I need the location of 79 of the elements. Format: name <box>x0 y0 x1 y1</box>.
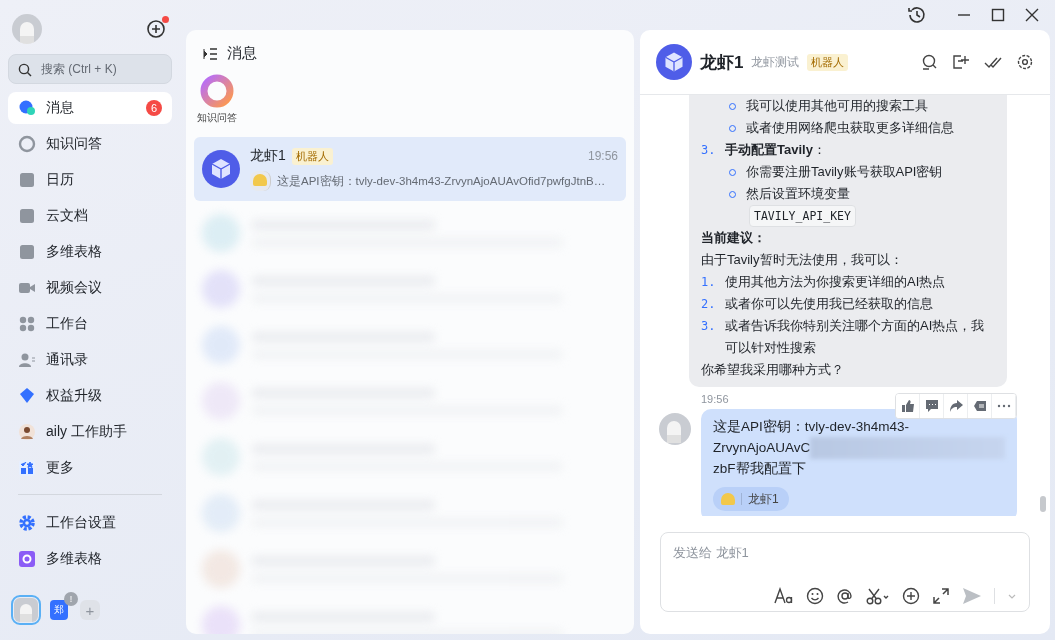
ring-icon <box>18 135 36 153</box>
add-icon[interactable] <box>902 587 920 605</box>
emoji-icon[interactable] <box>806 587 824 605</box>
close-icon[interactable] <box>1025 8 1039 22</box>
sidebar-item[interactable]: 消息 6 <box>8 92 172 124</box>
user-avatar <box>659 413 691 445</box>
list-item-text: 手动配置Tavily： <box>725 141 826 159</box>
list-number: 1. <box>701 274 717 291</box>
settings-icon[interactable] <box>1016 53 1034 71</box>
inline-code: TAVILY_API_KEY <box>749 205 856 227</box>
chat-list-item[interactable]: 龙虾1 机器人 19:56 这是API密钥：tvly-dev-3h4m43-ZrvynAjoAUAvOfid7pwfgJtnB… <box>194 137 626 201</box>
thumbs-up-icon <box>900 399 915 413</box>
list-item-text: 或者告诉我你特别关注哪个方面的AI热点，我可以针对性搜索 <box>725 317 986 357</box>
reaction-chip[interactable]: 龙虾1 <box>713 487 789 511</box>
add-tab-icon[interactable] <box>952 53 970 71</box>
list-number: 3. <box>701 318 717 335</box>
search-icon[interactable] <box>920 53 938 71</box>
like-button[interactable] <box>896 394 920 418</box>
create-button[interactable] <box>146 19 166 39</box>
mention-icon[interactable] <box>836 587 854 605</box>
search-field[interactable]: 搜索 (Ctrl + K) <box>8 54 172 84</box>
message-text: 你希望我采用哪种方式？ <box>701 361 844 379</box>
comment-icon <box>924 399 939 413</box>
scissors-icon[interactable] <box>866 587 890 605</box>
diamond-icon <box>18 387 36 405</box>
chat-bubble-icon <box>18 99 36 117</box>
panel-title: 消息 <box>227 44 257 63</box>
sidebar-item[interactable]: 更多 <box>8 452 172 484</box>
sidebar-item[interactable]: 工作台 <box>8 308 172 340</box>
chat-title: 龙虾1 <box>700 51 744 74</box>
sidebar-item[interactable]: 视频会议 <box>8 272 172 304</box>
gear-icon <box>18 514 36 532</box>
message-preview: 这是API密钥：tvly-dev-3h4m43-ZrvynAjoAUAvOfid7pwfgJtnB… <box>277 173 606 189</box>
list-item-text: 或者使用网络爬虫获取更多详细信息 <box>746 119 954 137</box>
history-icon[interactable] <box>907 5 927 25</box>
sidebar-item[interactable]: 多维表格 <box>8 543 172 575</box>
sidebar-item[interactable]: 多维表格 <box>8 236 172 268</box>
search-icon <box>18 63 32 77</box>
cube-avatar-icon <box>202 150 240 188</box>
message-text: 这是API密钥：tvly-dev-3h4m43- <box>713 418 910 436</box>
collapse-icon[interactable] <box>203 47 217 60</box>
list-number: 2. <box>701 296 717 313</box>
sidebar-item[interactable]: 通讯录 <box>8 344 172 376</box>
message-text: 由于Tavily暂时无法使用，我可以： <box>701 251 903 269</box>
emoji-icon <box>250 171 271 191</box>
org-account[interactable]: 郑 <box>50 600 68 620</box>
section-heading: 当前建议： <box>701 229 766 247</box>
message-text: zbF帮我配置下 <box>713 460 806 478</box>
person-icon <box>18 423 36 441</box>
maximize-icon[interactable] <box>991 8 1005 22</box>
sidebar-item[interactable]: 云文档 <box>8 200 172 232</box>
list-item-text: 或者你可以先使用我已经获取的信息 <box>725 295 933 313</box>
list-item-text: 使用其他方法为你搜索更详细的AI热点 <box>725 273 946 291</box>
sidebar-item[interactable]: 权益升级 <box>8 380 172 412</box>
unread-badge: 6 <box>146 100 162 116</box>
message-text: ZrvynAjoAUAvC <box>713 439 811 457</box>
bot-tag: 机器人 <box>807 53 849 71</box>
chat-subtitle: 龙虾测试 <box>751 53 800 71</box>
expand-icon[interactable] <box>932 587 950 605</box>
list-number: 3. <box>701 142 717 159</box>
tag-icon <box>972 399 987 413</box>
message-time: 19:56 <box>701 393 729 407</box>
sidebar-item[interactable]: 知识问答 <box>8 128 172 160</box>
scrollbar-thumb[interactable] <box>1040 496 1046 512</box>
list-item-text: 然后设置环境变量 <box>746 185 850 203</box>
chat-name: 龙虾1 <box>250 147 286 165</box>
bot-tag: 机器人 <box>291 147 333 165</box>
shortcut-item[interactable]: 知识问答 <box>194 73 240 125</box>
forward-arrow-icon <box>948 399 963 413</box>
alert-badge: ! <box>64 592 78 606</box>
ring-icon <box>199 73 235 109</box>
list-item-text: 你需要注册Tavily账号获取API密钥 <box>746 163 943 181</box>
sidebar-item[interactable]: 工作台设置 <box>8 507 172 539</box>
list-item-text: 我可以使用其他可用的搜索工具 <box>746 97 928 115</box>
text-format-icon[interactable] <box>774 587 794 605</box>
sidebar-item[interactable]: 日历 <box>8 164 172 196</box>
sidebar-item[interactable]: aily 工作助手 <box>8 416 172 448</box>
cube-avatar-icon <box>656 44 692 80</box>
chat-time: 19:56 <box>587 149 618 163</box>
